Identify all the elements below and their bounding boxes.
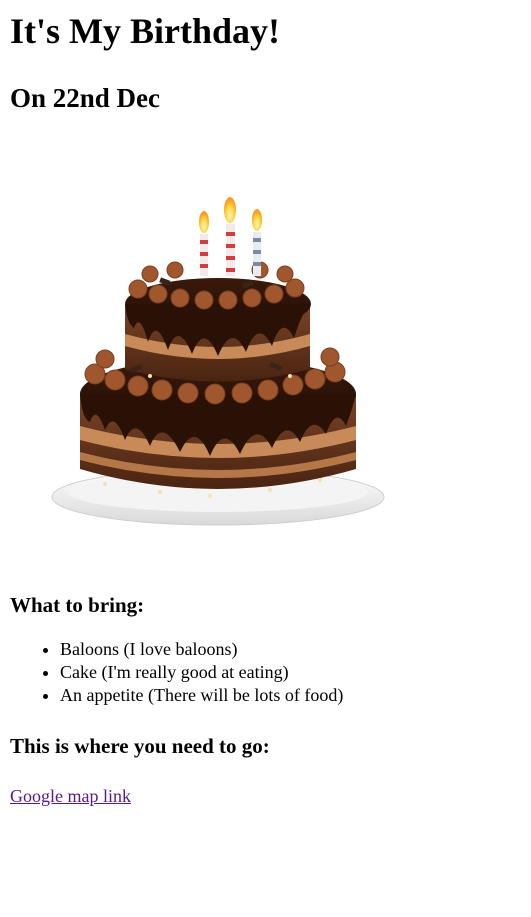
bring-heading: What to bring: bbox=[10, 593, 145, 617]
google-map-link[interactable]: Google map link bbox=[10, 785, 131, 808]
list-item: Cake (I'm really good at eating) bbox=[60, 661, 521, 684]
list-item: An appetite (There will be lots of food) bbox=[60, 684, 521, 707]
cake-illustration bbox=[51, 197, 385, 526]
birthday-cake-image bbox=[10, 194, 420, 534]
bring-list: Baloons (I love baloons) Cake (I'm reall… bbox=[10, 638, 521, 707]
page: It's My Birthday! On 22nd Dec What to br… bbox=[0, 10, 531, 808]
list-item: Baloons (I love baloons) bbox=[60, 638, 521, 661]
location-heading: This is where you need to go: bbox=[10, 734, 270, 758]
page-title: It's My Birthday! bbox=[10, 11, 280, 51]
page-subtitle: On 22nd Dec bbox=[10, 83, 161, 113]
